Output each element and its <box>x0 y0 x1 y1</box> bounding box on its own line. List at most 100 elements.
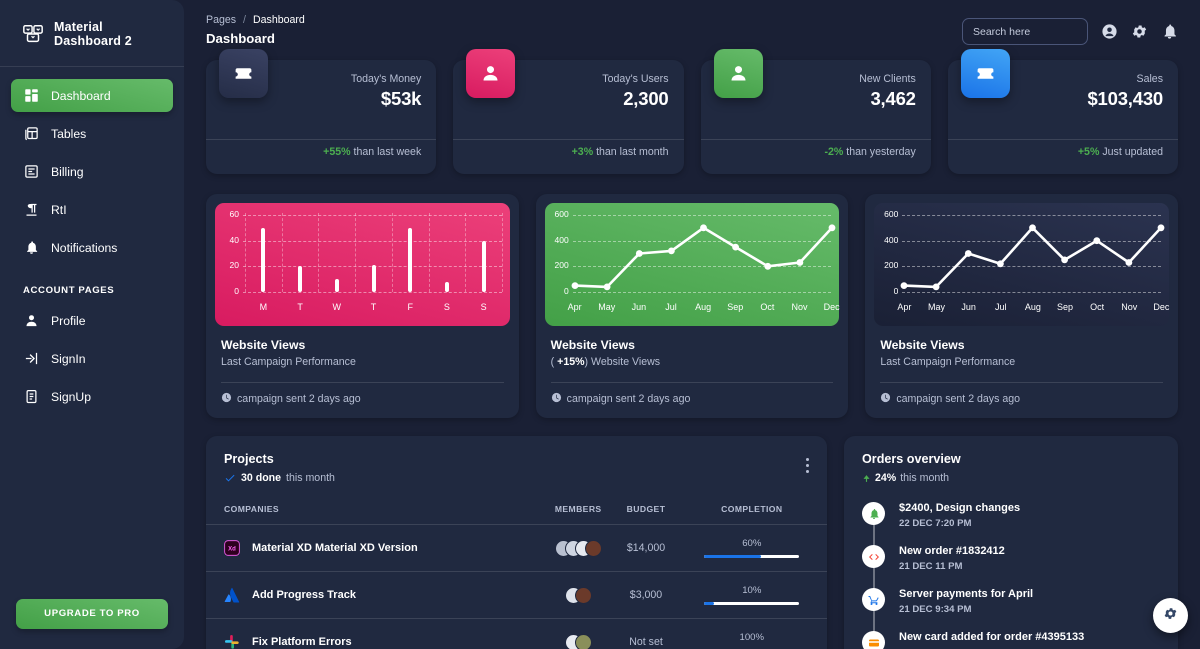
stat-footer: +55% than last week <box>206 146 421 158</box>
divider <box>453 139 684 140</box>
table-row[interactable]: Add Progress Track $3,000 10% <box>206 571 827 619</box>
sidebar-section-label: ACCOUNT PAGES <box>23 285 115 296</box>
x-axis-tick: Nov <box>1121 302 1138 312</box>
gridline <box>465 213 467 292</box>
bar <box>444 281 449 292</box>
projects-menu-icon[interactable] <box>806 458 809 476</box>
gear-icon[interactable] <box>1131 23 1148 40</box>
column-completion: COMPLETION <box>676 498 827 525</box>
bar <box>334 279 339 292</box>
project-company-name: Fix Platform Errors <box>252 636 352 648</box>
stat-footer: +5% Just updated <box>948 146 1163 158</box>
timeline-title: $2400, Design changes <box>899 502 1021 514</box>
settings-icon <box>1163 606 1178 626</box>
charts-row: 0 20 40 60 M T W T F S S Website Views Last Campai… <box>197 174 1187 418</box>
x-axis-tick: Oct <box>1090 302 1105 312</box>
topbar-right <box>962 18 1178 45</box>
arrow-up-icon <box>862 474 871 483</box>
sidebar-item-label: Notifications <box>51 240 118 255</box>
timeline-title: Server payments for April <box>899 588 1034 600</box>
weekend-icon <box>960 49 1010 98</box>
bar <box>408 227 413 292</box>
sidebar-item-rtl[interactable]: RtI <box>11 193 173 226</box>
orders-title: Orders overview <box>862 452 961 466</box>
projects-header: Projects 30 done this month <box>206 452 827 484</box>
timeline-item[interactable]: New order #1832412 21 DEC 11 PM <box>862 545 1160 588</box>
project-members <box>541 539 615 557</box>
sidebar-item-billing[interactable]: Billing <box>11 155 173 188</box>
search-input[interactable] <box>962 18 1088 45</box>
login-icon <box>23 351 39 367</box>
subtitle-delta: +15% <box>557 356 585 368</box>
timeline-item[interactable]: $2400, Design changes 22 DEC 7:20 PM <box>862 502 1160 545</box>
completion-percent: 100% <box>739 632 765 643</box>
projects-done-count: 30 done <box>241 472 282 484</box>
sidebar-item-dashboard[interactable]: Dashboard <box>11 79 173 112</box>
adobe-xd-icon: Xd <box>224 540 240 556</box>
credit-card-icon <box>862 631 885 649</box>
avatar <box>574 633 592 649</box>
sidebar-item-label: Dashboard <box>51 88 111 103</box>
stat-card-todays-users: Today's Users 2,300 +3% than last month <box>453 49 684 174</box>
projects-done-suffix: this month <box>286 472 335 484</box>
stat-delta: +3% <box>571 146 594 158</box>
y-axis-tick: 60 <box>229 209 239 219</box>
chart-subtitle: Last Campaign Performance <box>880 356 1016 368</box>
table-row[interactable]: Fix Platform Errors Not set 100% <box>206 618 827 649</box>
divider <box>947 139 1178 140</box>
topbar: Pages / Dashboard Dashboard <box>197 12 1187 56</box>
project-budget: Not set <box>615 618 677 649</box>
account-icon[interactable] <box>1101 23 1118 40</box>
sidebar-item-signup[interactable]: SignUp <box>11 380 173 413</box>
project-company: Add Progress Track <box>224 587 541 603</box>
gridline <box>318 213 320 292</box>
project-company: Fix Platform Errors <box>224 634 541 649</box>
chart-title: Website Views <box>880 338 965 352</box>
stat-delta-text: than last month <box>596 146 669 158</box>
project-completion: 60% <box>704 538 800 558</box>
bottom-row: Projects 30 done this month COMPANIES ME… <box>197 418 1187 649</box>
upgrade-to-pro-button[interactable]: UPGRADE TO PRO <box>16 599 168 629</box>
settings-fab-button[interactable] <box>1153 598 1188 633</box>
chart-title: Website Views <box>550 338 635 352</box>
x-axis-tick: Aug <box>1024 302 1041 312</box>
brand[interactable]: Material Dashboard 2 <box>0 0 184 67</box>
project-members <box>541 633 615 649</box>
sidebar-item-profile[interactable]: Profile <box>11 304 173 337</box>
sidebar-item-label: SignIn <box>51 351 86 366</box>
projects-title: Projects <box>224 452 274 466</box>
bell-icon <box>23 240 39 256</box>
timeline-time: 21 DEC 11 PM <box>899 561 963 572</box>
sidebar-item-signin[interactable]: SignIn <box>11 342 173 375</box>
timeline-item[interactable]: Server payments for April 21 DEC 9:34 PM <box>862 588 1160 631</box>
x-axis-tick: Dec <box>1153 302 1170 312</box>
slack-icon <box>224 634 240 649</box>
person-add-icon <box>713 49 763 98</box>
breadcrumb-root[interactable]: Pages <box>206 14 236 26</box>
chart-subtitle: ( +15%) Website Views <box>551 356 834 368</box>
project-completion: 10% <box>704 585 800 605</box>
timeline-item[interactable]: New card added for order #4395133 <box>862 631 1160 649</box>
sidebar-item-tables[interactable]: Tables <box>11 117 173 150</box>
breadcrumb-separator: / <box>243 14 246 26</box>
stat-delta-text: than last week <box>353 146 422 158</box>
x-axis-tick: Jul <box>665 302 677 312</box>
chart-card-website-views-dark: 0 200 400 600 Apr May Jun Jul Aug Sep Oct Nov Dec W… <box>865 194 1179 418</box>
x-axis-tick: May <box>598 302 616 312</box>
gridline <box>502 213 503 292</box>
column-companies: COMPANIES <box>206 498 542 525</box>
timeline-title: New card added for order #4395133 <box>899 631 1085 643</box>
bell-icon[interactable] <box>1161 23 1178 40</box>
chart-footer: campaign sent 2 days ago <box>551 383 834 418</box>
sidebar-item-label: Profile <box>51 313 86 328</box>
clock-icon <box>880 392 891 406</box>
sidebar-item-label: Billing <box>51 164 84 179</box>
sidebar-item-notifications[interactable]: Notifications <box>11 231 173 264</box>
stats-row: Today's Money $53k +55% than last week T… <box>197 49 1187 174</box>
stat-card-new-clients: New Clients 3,462 -2% than yesterday <box>700 49 931 174</box>
table-row[interactable]: Xd Material XD Material XD Version $14,0… <box>206 524 827 572</box>
orders-overview-card: Orders overview 24% this month $2400, De… <box>844 436 1178 649</box>
orders-timeline: $2400, Design changes 22 DEC 7:20 PM New… <box>862 502 1160 649</box>
column-members: MEMBERS <box>541 498 616 525</box>
weekend-icon <box>219 49 268 98</box>
